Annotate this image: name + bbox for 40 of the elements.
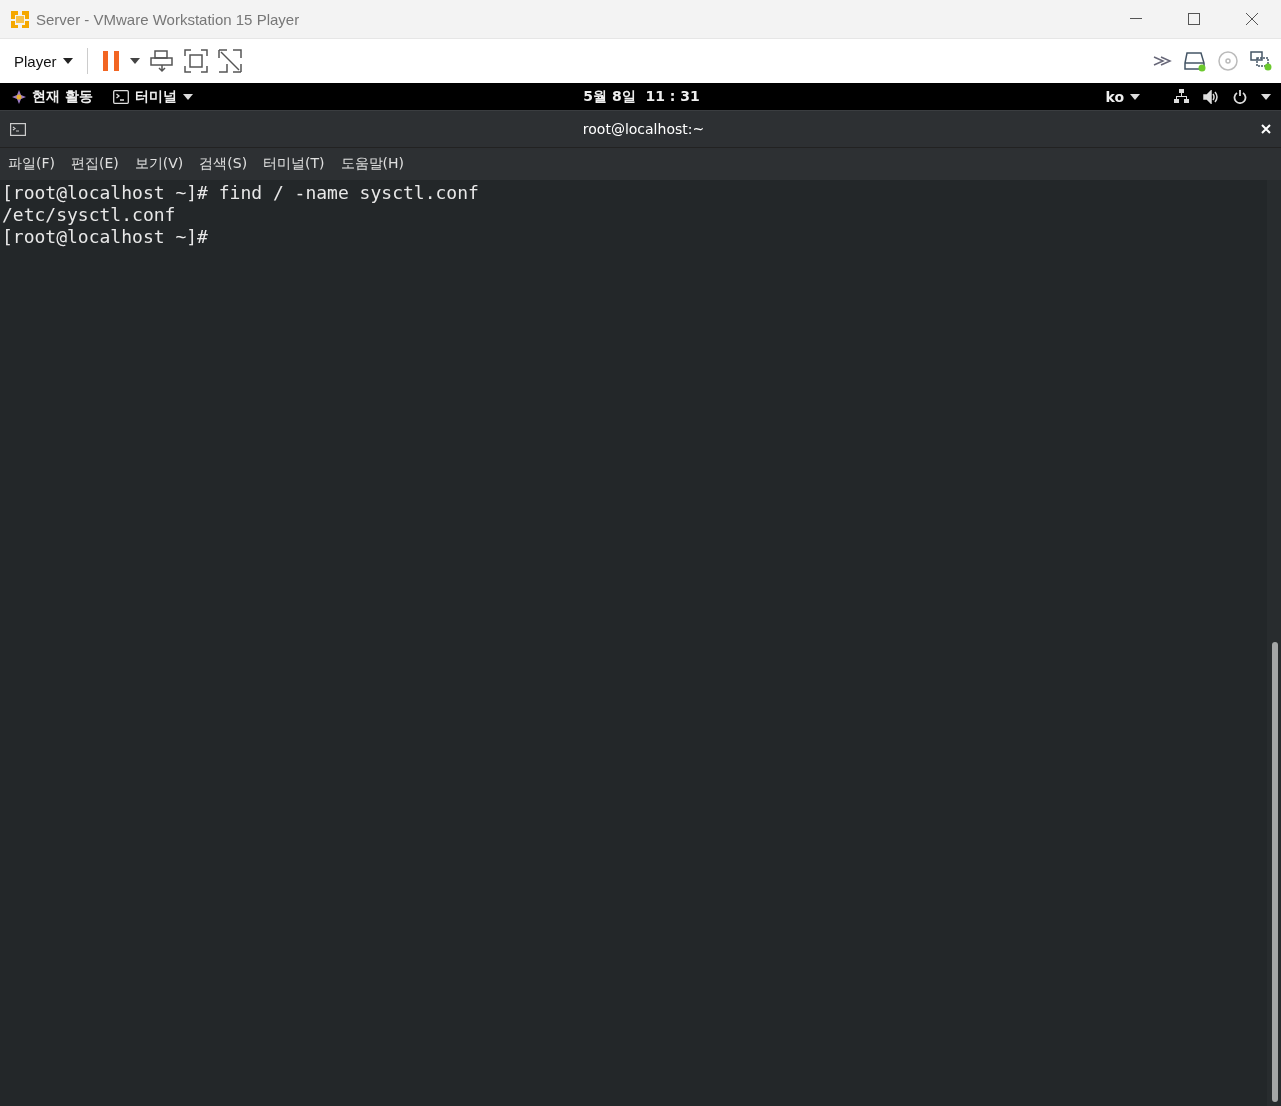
minimize-icon bbox=[1130, 18, 1142, 20]
close-icon bbox=[1246, 13, 1258, 25]
power-icon[interactable] bbox=[1233, 89, 1247, 104]
network-icon[interactable] bbox=[1174, 89, 1189, 104]
activities-button[interactable]: 현재 활동 bbox=[12, 87, 93, 106]
menu-item[interactable]: 검색(S) bbox=[199, 155, 248, 173]
maximize-icon bbox=[1188, 13, 1200, 25]
app-menu-button[interactable]: 터미널 bbox=[112, 87, 193, 106]
double-chevron-icon[interactable] bbox=[1153, 55, 1173, 67]
caret-icon bbox=[1261, 93, 1271, 100]
menu-item[interactable]: 편집(E) bbox=[71, 155, 119, 173]
scrollbar[interactable] bbox=[1267, 180, 1281, 1106]
menu-item[interactable]: 도움말(H) bbox=[340, 155, 405, 173]
network-adapter-icon[interactable] bbox=[1249, 50, 1273, 72]
caret-icon bbox=[182, 93, 193, 100]
scrollbar-thumb[interactable] bbox=[1272, 642, 1278, 1102]
menu-item[interactable]: 터미널(T) bbox=[263, 155, 325, 173]
menu-item[interactable]: 파일(F) bbox=[8, 155, 55, 173]
close-icon[interactable] bbox=[1261, 124, 1271, 134]
pause-button[interactable] bbox=[101, 50, 120, 72]
volume-icon[interactable] bbox=[1203, 89, 1219, 104]
window-title: Server - VMware Workstation 15 Player bbox=[36, 10, 301, 28]
caret-icon bbox=[62, 58, 73, 64]
player-menu-button[interactable]: Player bbox=[14, 52, 73, 70]
terminal-title: root@localhost:~ bbox=[581, 121, 706, 137]
language-menu[interactable]: ko bbox=[1105, 88, 1140, 105]
caret-icon bbox=[129, 58, 140, 64]
hard-disk-icon[interactable] bbox=[1183, 50, 1207, 72]
terminal-line: [root@localhost ~]# find / -name sysctl.conf bbox=[1, 182, 480, 204]
power-menu-button[interactable] bbox=[129, 58, 140, 64]
menu-item[interactable]: 보기(V) bbox=[134, 155, 184, 173]
terminal-icon bbox=[112, 89, 129, 104]
terminal-line: /etc/sysctl.conf bbox=[1, 204, 177, 226]
app-logo-icon bbox=[10, 9, 30, 29]
flower-icon bbox=[12, 89, 26, 104]
caret-icon bbox=[1130, 93, 1140, 100]
terminal-line: [root@localhost ~]# bbox=[1, 226, 209, 248]
terminal-icon bbox=[10, 122, 26, 136]
clock: 5월 8일 11 : 31 bbox=[583, 87, 700, 106]
fullscreen-icon[interactable] bbox=[183, 49, 208, 73]
